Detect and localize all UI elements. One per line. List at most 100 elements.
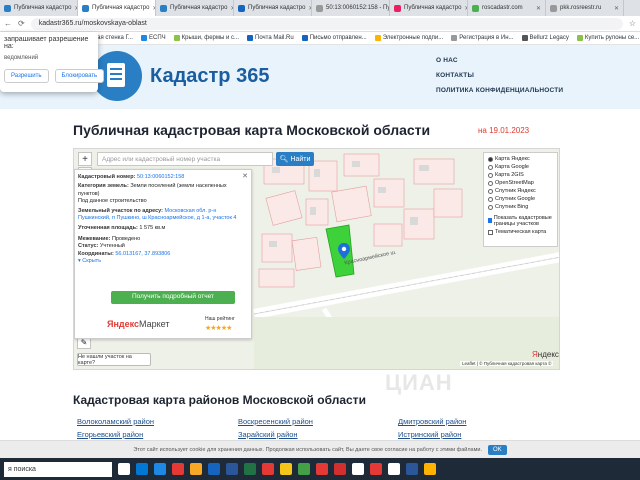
nav-privacy[interactable]: ПОЛИТИКА КОНФИДЕНЦИАЛЬНОСТИ (436, 87, 563, 94)
taskbar-app-icon[interactable] (136, 463, 148, 475)
taskbar-app-icon[interactable] (334, 463, 346, 475)
zoom-in-button[interactable]: + (78, 152, 92, 166)
bookmark-favicon-icon (173, 35, 180, 41)
browser-tab[interactable]: 50:13:0060152:158 - Пу✕ (312, 0, 390, 16)
bookmark-item[interactable]: Купить рулоны се... (576, 35, 639, 41)
district-link[interactable]: Егорьевский район (77, 430, 143, 439)
close-tab-icon[interactable]: ✕ (614, 5, 619, 12)
bookmark-item[interactable]: Письмо отправлен... (301, 35, 367, 41)
browser-tab[interactable]: Публичная кадастро✕ (78, 0, 156, 16)
logo-document-icon (107, 63, 125, 87)
cad-number-link[interactable]: 50:13:0060152:158 (137, 174, 184, 180)
yandex-market-logo[interactable]: ЯндексМаркет (107, 318, 170, 330)
taskbar-search[interactable]: я поиска (4, 461, 112, 477)
survey-value: Проведено (111, 235, 141, 242)
bookmark-item[interactable]: Крыши, фермы и с... (173, 35, 239, 41)
radio-icon[interactable] (488, 157, 493, 163)
close-icon[interactable]: ✕ (242, 172, 248, 181)
layer-option[interactable]: Спутник Google (488, 196, 553, 204)
taskbar-app-icon[interactable] (298, 463, 310, 475)
radio-icon[interactable] (488, 173, 493, 179)
bookmark-item[interactable]: Регистрация в Ин... (451, 35, 514, 41)
bookmark-item[interactable]: Bellurz Legacy (521, 35, 569, 41)
layer-option[interactable]: Спутник Bing (488, 204, 553, 212)
map-search-input[interactable]: Адрес или кадастровый номер участка (97, 152, 273, 166)
close-tab-icon[interactable]: ✕ (536, 5, 541, 12)
radio-icon[interactable] (488, 181, 493, 187)
cadastral-borders-option[interactable]: Показать кадастровые границы участков (488, 215, 553, 227)
taskbar-app-icon[interactable] (118, 463, 130, 475)
browser-tab[interactable]: Публичная кадастро✕ (234, 0, 312, 16)
taskbar-app-icon[interactable] (280, 463, 292, 475)
layer-option[interactable]: Карта Google (488, 164, 553, 172)
taskbar-app-icon[interactable] (406, 463, 418, 475)
browser-tab[interactable]: Публичная кадастро✕ (156, 0, 234, 16)
nav-about[interactable]: О НАС (436, 57, 563, 64)
browser-tab[interactable]: roscadastr.com ✕ (468, 0, 546, 16)
layer-option[interactable]: OpenStreetMap (488, 180, 553, 188)
area-label: Уточненная площадь: (78, 224, 138, 231)
bookmark-item[interactable]: Электронные подпи... (374, 35, 443, 41)
taskbar-app-icon[interactable] (154, 463, 166, 475)
tab-title: Публичная кадастро (248, 5, 306, 11)
district-link[interactable]: Воскресенский район (238, 417, 313, 426)
block-button[interactable]: Блокировать (54, 69, 105, 83)
radio-icon[interactable] (488, 197, 493, 203)
taskbar-app-icon[interactable] (316, 463, 328, 475)
bookmark-label: Письмо отправлен... (309, 35, 367, 41)
thematic-map-option[interactable]: Тематическая карта (488, 229, 553, 237)
radio-icon[interactable] (488, 165, 493, 171)
bookmark-favicon-icon (140, 35, 147, 41)
taskbar-app-icon[interactable] (244, 463, 256, 475)
district-link[interactable]: Волоколамский район (77, 417, 154, 426)
taskbar-app-icon[interactable] (172, 463, 184, 475)
bookmark-star-icon[interactable]: ☆ (629, 19, 636, 28)
layer-option[interactable]: Карта 2GIS (488, 172, 553, 180)
taskbar-app-icon[interactable] (208, 463, 220, 475)
allow-button[interactable]: Разрешить (4, 69, 49, 83)
taskbar-app-icon[interactable] (424, 463, 436, 475)
taskbar-app-icon[interactable] (370, 463, 382, 475)
map-copyright: Leaflet | © Публичная кадастровая карта … (460, 361, 554, 366)
layer-label: Спутник Bing (495, 203, 529, 210)
nav-contacts[interactable]: КОНТАКТЫ (436, 72, 563, 79)
taskbar-app-icon[interactable] (352, 463, 364, 475)
layer-option[interactable]: Спутник Яндекс (488, 188, 553, 196)
url-field[interactable]: kadastr365.ru/moskovskaya-oblast (30, 17, 623, 30)
tab-favicon-icon (394, 4, 401, 12)
layer-option[interactable]: Карта Яндекс (488, 156, 553, 164)
bookmark-item[interactable]: Почта Mail.Ru (247, 35, 294, 41)
browser-tab[interactable]: Публичная кадастро✕ (0, 0, 78, 16)
district-link[interactable]: Истринский район (398, 430, 461, 439)
reload-icon[interactable]: ⟳ (18, 19, 25, 28)
map-search-button[interactable]: 🔍︎ Найти (276, 152, 314, 166)
district-link[interactable]: Зарайский район (238, 430, 298, 439)
back-icon[interactable]: ← (4, 19, 12, 28)
checkbox-icon[interactable] (488, 230, 493, 236)
taskbar-app-icon[interactable] (226, 463, 238, 475)
layers-panel: Карта Яндекс Карта Google Карта 2GIS OpenSt… (483, 152, 558, 247)
logo-text[interactable]: Кадастр 365 (150, 65, 269, 88)
survey-label: Межевание: (78, 235, 111, 242)
checkbox-icon[interactable] (488, 218, 492, 224)
bookmark-item[interactable]: ЕСПЧ (140, 35, 166, 41)
bookmark-favicon-icon (374, 35, 381, 41)
cookie-ok-button[interactable]: OK (487, 444, 507, 455)
tab-title: Публичная кадастро (404, 5, 462, 11)
taskbar-app-icon[interactable] (190, 463, 202, 475)
radio-icon[interactable] (488, 205, 493, 211)
browser-tab[interactable]: pkk.rosreestr.ru ✕ (546, 0, 624, 16)
district-link[interactable]: Дмитровский район (398, 417, 466, 426)
taskbar-app-icon[interactable] (262, 463, 274, 475)
detailed-report-button[interactable]: Получить подробный отчет (111, 291, 235, 304)
search-icon: 🔍︎ (279, 156, 289, 163)
cadastral-map[interactable]: + − ⤢ ⎙ ✎ Адрес или кадастровый номер уч… (73, 148, 560, 370)
bookmark-favicon-icon (247, 35, 254, 41)
map-marker-icon[interactable] (338, 243, 350, 259)
radio-icon[interactable] (488, 189, 493, 195)
coords-link[interactable]: 56.013167, 37.893806 (115, 251, 170, 257)
not-found-button[interactable]: Не нашли участок на карте? (77, 353, 151, 366)
hide-toggle[interactable]: ▾ Скрыть (78, 258, 101, 264)
taskbar-app-icon[interactable] (388, 463, 400, 475)
browser-tab[interactable]: Публичная кадастро✕ (390, 0, 468, 16)
